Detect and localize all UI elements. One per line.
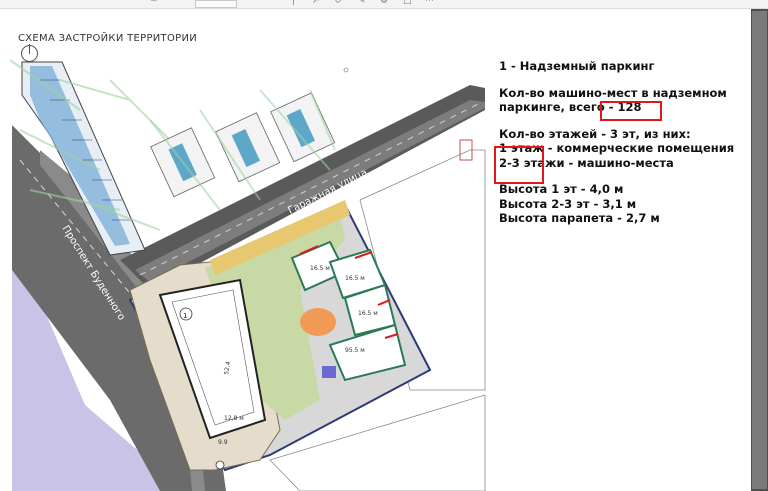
legend-line-3a: паркинге, всего bbox=[499, 100, 605, 114]
legend-line-1: 1 - Надземный паркинг bbox=[499, 59, 655, 73]
legend-line-4: Кол-во этажей - 3 эт, из них: bbox=[499, 126, 691, 141]
legend-line-2: Кол-во машино-мест в надземном bbox=[499, 85, 727, 100]
highlight-total-box bbox=[600, 101, 662, 121]
legend-line-9: Высота парапета - 2,7 м bbox=[499, 211, 660, 225]
highlight-floors-box bbox=[494, 146, 544, 184]
legend-line-6b: - машино-места bbox=[564, 155, 674, 170]
res-label-3: 16.5 м bbox=[358, 310, 378, 317]
legend-line-7: Высота 1 эт - 4,0 м bbox=[499, 182, 624, 196]
res-label-2: 16.5 м bbox=[345, 275, 365, 282]
sheet-title: СХЕМА ЗАСТРОЙКИ ТЕРРИТОРИИ bbox=[18, 33, 198, 44]
parking-dim-bottom: 12,8 м bbox=[224, 415, 244, 422]
building-number: 1 bbox=[183, 312, 187, 320]
res-label-1: 16.5 м bbox=[310, 265, 330, 272]
legend-block: 1 - Надземный паркинг Кол-во машино-мест… bbox=[499, 59, 744, 226]
north-arrow-icon bbox=[21, 44, 38, 62]
parking-dim-top: 9.9 bbox=[218, 439, 228, 446]
playground bbox=[300, 308, 336, 336]
legend-line-8: Высота 2-3 эт - 3,1 м bbox=[499, 196, 637, 211]
res-label-4: 95.5 м bbox=[345, 347, 365, 354]
